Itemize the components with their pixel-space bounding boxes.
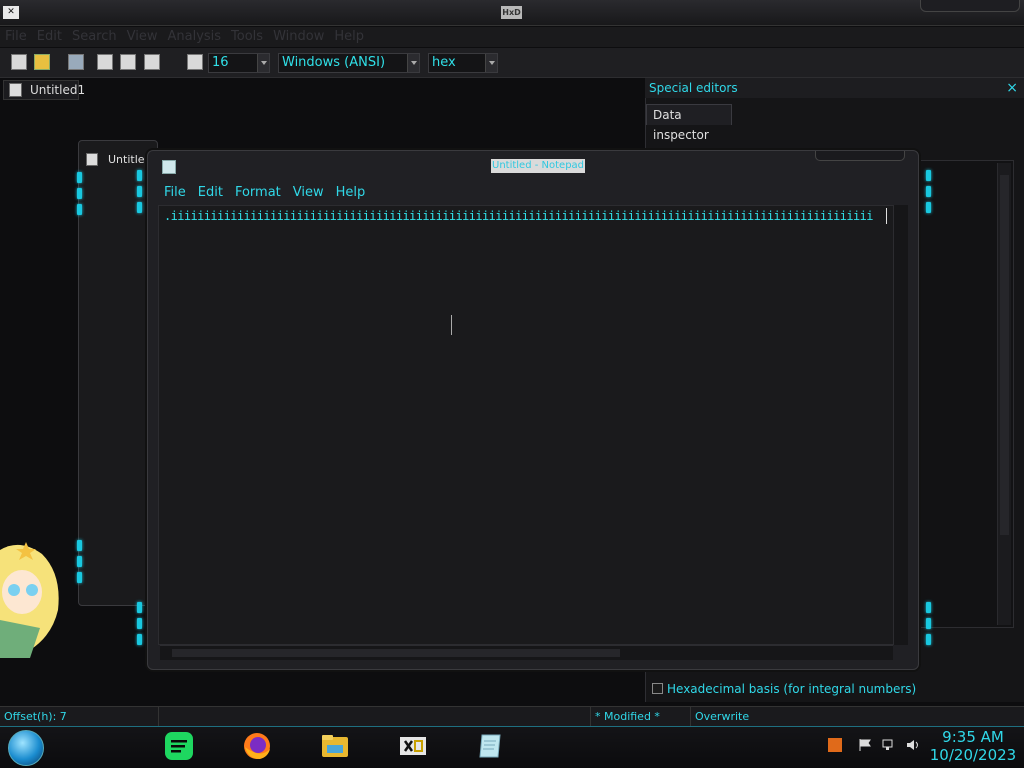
file-explorer-icon[interactable]	[320, 731, 350, 761]
data-inspector-scrollbar[interactable]	[997, 163, 1011, 625]
notepad-text-area[interactable]	[158, 205, 894, 645]
cartoon-character-image	[0, 542, 59, 658]
chevron-down-icon	[485, 54, 497, 72]
notepad-menu-file[interactable]: File	[158, 183, 192, 203]
hxd-menu-edit[interactable]: Edit	[32, 27, 67, 46]
decor-light	[926, 618, 931, 629]
hxd-status-bar: Offset(h): 7 * Modified * Overwrite	[0, 706, 1024, 727]
spotify-icon[interactable]	[164, 731, 194, 761]
volume-icon[interactable]	[906, 738, 920, 752]
java-icon[interactable]	[828, 738, 842, 752]
hxd-menu-help[interactable]: Help	[329, 27, 369, 46]
hxd-menu-view[interactable]: View	[122, 27, 163, 46]
notepad-text: .iiiiiiiiiiiiiiiiiiiiiiiiiiiiiiiiiiiiiii…	[164, 209, 873, 223]
notepad-caption-buttons[interactable]	[815, 151, 905, 161]
decor-light	[926, 202, 931, 213]
decor-light	[137, 186, 142, 197]
open-folder-icon[interactable]	[34, 54, 50, 70]
hxd-menu-bar: File Edit Search View Analysis Tools Window Hel…	[0, 27, 1024, 47]
decor-light	[137, 202, 142, 213]
notepad-vertical-scrollbar[interactable]	[893, 205, 908, 645]
hxd-menu-tools[interactable]: Tools	[226, 27, 268, 46]
decor-light	[926, 634, 931, 645]
notepad-icon[interactable]	[476, 731, 506, 761]
hxd-caption-buttons[interactable]	[920, 0, 1020, 12]
hxd-icon[interactable]	[398, 731, 428, 761]
clock-date: 10/20/2023	[929, 746, 1017, 764]
hxd-subwindow-label: Untitle	[108, 153, 145, 166]
copy-icon[interactable]	[144, 54, 160, 70]
bytes-per-row-value: 16	[212, 55, 229, 70]
decor-light	[137, 170, 142, 181]
ibeam-cursor-icon	[451, 315, 452, 335]
save-icon[interactable]	[68, 54, 84, 70]
firefox-icon[interactable]	[242, 731, 272, 761]
decor-light	[77, 188, 82, 199]
notepad-horizontal-scrollbar[interactable]	[160, 645, 893, 660]
clock-time: 9:35 AM	[942, 728, 1004, 746]
charset-select[interactable]: Windows (ANSI)	[278, 53, 420, 73]
status-modified: * Modified *	[590, 707, 690, 727]
notepad-menu-help[interactable]: Help	[330, 183, 372, 203]
hxd-subwindow-title: Untitle	[86, 150, 146, 170]
special-editors-header: Special editors ×	[645, 78, 1024, 98]
decor-light	[137, 634, 142, 645]
decor-light	[137, 618, 142, 629]
document-tab-label: Untitled1	[30, 83, 86, 97]
offset-base-value: hex	[432, 55, 456, 70]
hex-basis-label: Hexadecimal basis (for integral numbers)	[667, 682, 917, 696]
bytes-per-row-icon	[187, 54, 203, 70]
page-icon[interactable]	[97, 54, 113, 70]
offset-base-select[interactable]: hex	[428, 53, 498, 73]
notepad-menu-bar: File Edit Format View Help	[158, 183, 910, 203]
notepad-title: Untitled - Notepad	[491, 159, 586, 173]
new-file-icon[interactable]	[11, 54, 27, 70]
document-tab-untitled1[interactable]: Untitled1	[3, 80, 85, 100]
decor-light	[926, 602, 931, 613]
hex-document-icon	[9, 83, 22, 97]
hxd-editor-subwindow	[78, 140, 158, 606]
notepad-icon	[162, 160, 176, 174]
status-offset: Offset(h): 7	[4, 710, 67, 723]
hxd-menu-search[interactable]: Search	[67, 27, 122, 46]
disk-icon[interactable]	[120, 54, 136, 70]
decor-light	[926, 170, 931, 181]
text-caret	[886, 208, 887, 224]
chevron-down-icon	[257, 54, 269, 72]
network-icon[interactable]	[882, 738, 896, 752]
notepad-menu-view[interactable]: View	[287, 183, 330, 203]
charset-value: Windows (ANSI)	[282, 55, 386, 70]
notepad-menu-edit[interactable]: Edit	[192, 183, 229, 203]
tab-data-inspector[interactable]: Data inspector	[646, 104, 732, 142]
system-clock[interactable]: 9:35 AM 10/20/2023	[928, 728, 1018, 764]
hxd-menu-analysis[interactable]: Analysis	[162, 27, 226, 46]
chevron-down-icon	[407, 54, 419, 72]
decor-light	[926, 186, 931, 197]
scrollbar-thumb[interactable]	[172, 649, 620, 657]
hxd-menu-file[interactable]: File	[0, 27, 32, 46]
hxd-menu-window[interactable]: Window	[268, 27, 329, 46]
hex-basis-option[interactable]: Hexadecimal basis (for integral numbers)	[652, 681, 916, 697]
special-editors-title: Special editors	[649, 81, 738, 95]
decor-light	[77, 572, 82, 583]
decor-light	[77, 556, 82, 567]
decor-light	[77, 204, 82, 215]
hxd-app-icon[interactable]: ✕	[3, 6, 19, 19]
hxd-center-icon: HxD	[501, 6, 522, 19]
decor-light	[77, 172, 82, 183]
flag-icon[interactable]	[858, 738, 872, 752]
hex-basis-checkbox[interactable]	[652, 683, 663, 694]
scrollbar-thumb[interactable]	[1000, 175, 1009, 535]
status-empty-segment	[158, 707, 430, 727]
notepad-menu-format[interactable]: Format	[229, 183, 287, 203]
start-button[interactable]	[8, 730, 44, 766]
decor-light	[137, 602, 142, 613]
close-icon[interactable]: ×	[1006, 78, 1018, 98]
bytes-per-row-select[interactable]: 16	[208, 53, 270, 73]
hex-document-icon	[86, 153, 98, 166]
decor-light	[77, 540, 82, 551]
status-mode: Overwrite	[690, 707, 790, 727]
